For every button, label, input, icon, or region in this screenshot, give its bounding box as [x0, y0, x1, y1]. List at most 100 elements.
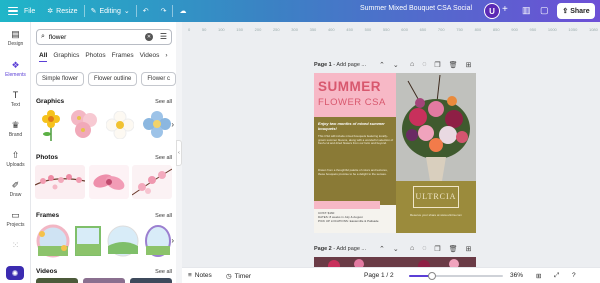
redo-icon: ↷ — [160, 8, 167, 15]
zoom-slider[interactable] — [409, 272, 503, 280]
hide-icon[interactable]: ◌ — [422, 61, 426, 69]
photo-pink-lily[interactable] — [89, 165, 129, 199]
design-page-1[interactable]: SUMMER FLOWER CSA Enjoy two months of mi… — [314, 73, 476, 233]
zoom-slider-knob[interactable] — [427, 272, 436, 280]
design-order-text[interactable]: Reserve your share at www.ultrcia.com — [398, 213, 474, 217]
editing-dropdown[interactable]: ✎ Editing ⌄ — [85, 7, 136, 16]
see-all-videos[interactable]: See all — [155, 269, 172, 275]
tab-videos[interactable]: Videos — [140, 52, 160, 62]
sidebar-item-design[interactable]: ▤ Design — [0, 30, 31, 48]
design-body-text-1[interactable]: This CSA will include mixed bouquets fea… — [318, 134, 394, 146]
design-title-flower-csa[interactable]: FLOWER CSA — [318, 97, 386, 108]
page-counter[interactable]: Page 1 / 2 — [364, 272, 394, 279]
lock-icon[interactable]: ⌂ — [410, 245, 414, 253]
chip-flower-c[interactable]: Flower c — [141, 72, 176, 86]
add-page-icon[interactable]: ⊞ — [466, 245, 472, 253]
avatar[interactable]: U — [484, 3, 500, 19]
video-thumb[interactable] — [83, 278, 125, 283]
page-2-toolbar: ⌃ ⌄ — [379, 245, 399, 253]
chevron-right-icon[interactable]: › — [171, 120, 174, 129]
add-page-icon[interactable]: ⊞ — [466, 61, 472, 69]
bouquet-photo[interactable] — [396, 73, 476, 181]
design-page-2[interactable] — [314, 257, 476, 267]
sidebar-item-uploads[interactable]: ⇧ Uploads — [0, 151, 31, 169]
chevron-right-icon[interactable]: › — [165, 52, 167, 62]
duplicate-icon[interactable]: ❐ — [434, 245, 440, 253]
sidebar-item-projects[interactable]: ▭ Projects — [0, 211, 31, 229]
chevron-right-icon[interactable]: › — [171, 236, 174, 245]
graphic-pink-flowers[interactable] — [69, 108, 99, 140]
see-all-photos[interactable]: See all — [155, 155, 172, 161]
undo-button[interactable]: ↶ — [137, 7, 155, 15]
pink-accent-bar — [314, 201, 380, 209]
sidebar-item-text[interactable]: T Text — [0, 91, 31, 109]
redo-button[interactable]: ↷ — [155, 7, 173, 15]
analytics-icon[interactable]: ▥ — [522, 5, 531, 15]
design-lead-text[interactable]: Enjoy two months of mixed summer bouquet… — [318, 121, 392, 131]
brand-logo[interactable]: ULTRCIA — [413, 192, 459, 201]
chevron-up-icon[interactable]: ⌃ — [379, 61, 385, 69]
hide-icon[interactable]: ◌ — [422, 245, 426, 253]
video-thumb[interactable] — [130, 278, 172, 283]
fullscreen-icon[interactable]: ⤢ — [554, 272, 559, 280]
design-details[interactable]: COST: $160 DATES: 8 weeks in July & Augu… — [318, 211, 396, 223]
lock-icon[interactable]: ⌂ — [410, 61, 414, 69]
chevron-up-icon[interactable]: ⌃ — [379, 245, 385, 253]
filter-icon[interactable]: ☰ — [160, 32, 167, 41]
frame-circle-meadow[interactable] — [106, 224, 140, 258]
tab-graphics[interactable]: Graphics — [53, 52, 79, 62]
ruler: 0 50 100 150 200 250 300 350 400 450 500 550 600 650 7… — [188, 27, 598, 32]
graphic-blue-flower[interactable] — [143, 110, 171, 140]
timer-button[interactable]: ◷ Timer — [226, 272, 251, 281]
document-title[interactable]: Summer Mixed Bouquet CSA Social — [360, 5, 472, 12]
video-thumb[interactable] — [36, 278, 78, 283]
cloud-save-button[interactable]: ☁ — [173, 7, 192, 15]
chip-flower-outline[interactable]: Flower outline — [88, 72, 138, 86]
sidebar-item-apps[interactable]: ⁙ — [0, 241, 31, 250]
chevron-down-icon[interactable]: ⌄ — [393, 245, 399, 253]
tab-frames[interactable]: Frames — [112, 52, 134, 62]
page-1-add-title[interactable]: - Add page ... — [333, 62, 366, 68]
duplicate-icon[interactable]: ❐ — [434, 61, 440, 69]
page-2-add-title[interactable]: - Add page ... — [333, 246, 366, 252]
sidebar-item-brand[interactable]: ♛ Brand — [0, 121, 31, 139]
clear-icon[interactable]: ✕ — [145, 33, 153, 41]
tab-photos[interactable]: Photos — [85, 52, 105, 62]
delete-icon[interactable]: 🗑 — [449, 61, 458, 69]
undo-icon: ↶ — [142, 8, 149, 15]
frame-flower-wreath[interactable] — [36, 224, 70, 258]
frame-floral-oval[interactable] — [143, 224, 173, 258]
graphic-yellow-flower[interactable] — [38, 110, 64, 142]
section-title-frames: Frames — [36, 212, 60, 219]
see-all-frames[interactable]: See all — [155, 213, 172, 219]
tab-all[interactable]: All — [39, 52, 48, 62]
help-icon[interactable]: ? — [572, 272, 576, 279]
design-body-text-2[interactable]: Drawn from a thoughtful palette of color… — [318, 168, 394, 176]
comment-icon[interactable]: ▢ — [540, 5, 549, 15]
frame-leaf-square[interactable] — [73, 224, 103, 258]
design-title-summer[interactable]: SUMMER — [318, 79, 381, 94]
file-menu[interactable]: File — [18, 8, 41, 15]
menu-icon[interactable] — [8, 7, 18, 15]
magic-sparkle-button[interactable]: ✺ — [6, 266, 24, 280]
see-all-graphics[interactable]: See all — [155, 99, 172, 105]
photo-cherry-branch[interactable] — [132, 165, 172, 199]
page-1-actions: ⌂ ◌ ❐ 🗑 ⊞ — [410, 61, 471, 69]
timer-icon: ◷ — [226, 273, 232, 280]
photo-cherry-blossom[interactable] — [35, 165, 85, 199]
search-input[interactable] — [48, 33, 139, 41]
notes-button[interactable]: ≡ Notes — [188, 272, 212, 279]
add-collaborator-icon[interactable]: + — [502, 5, 508, 15]
chevron-down-icon[interactable]: ⌄ — [393, 61, 399, 69]
zoom-level[interactable]: 36% — [510, 272, 523, 279]
delete-icon[interactable]: 🗑 — [449, 245, 458, 253]
chevron-down-icon: ⌄ — [123, 8, 130, 15]
sidebar-item-draw[interactable]: ✐ Draw — [0, 181, 31, 199]
sparkle-icon: ✺ — [11, 268, 19, 278]
chip-simple-flower[interactable]: Simple flower — [36, 72, 85, 86]
resize-button[interactable]: ✲ Resize — [41, 7, 83, 16]
graphic-white-flower[interactable] — [106, 111, 134, 139]
grid-view-icon[interactable]: ⊞ — [536, 272, 541, 280]
share-button[interactable]: ⇪ Share — [557, 3, 595, 19]
sidebar-item-elements[interactable]: ❖ Elements — [0, 61, 31, 79]
